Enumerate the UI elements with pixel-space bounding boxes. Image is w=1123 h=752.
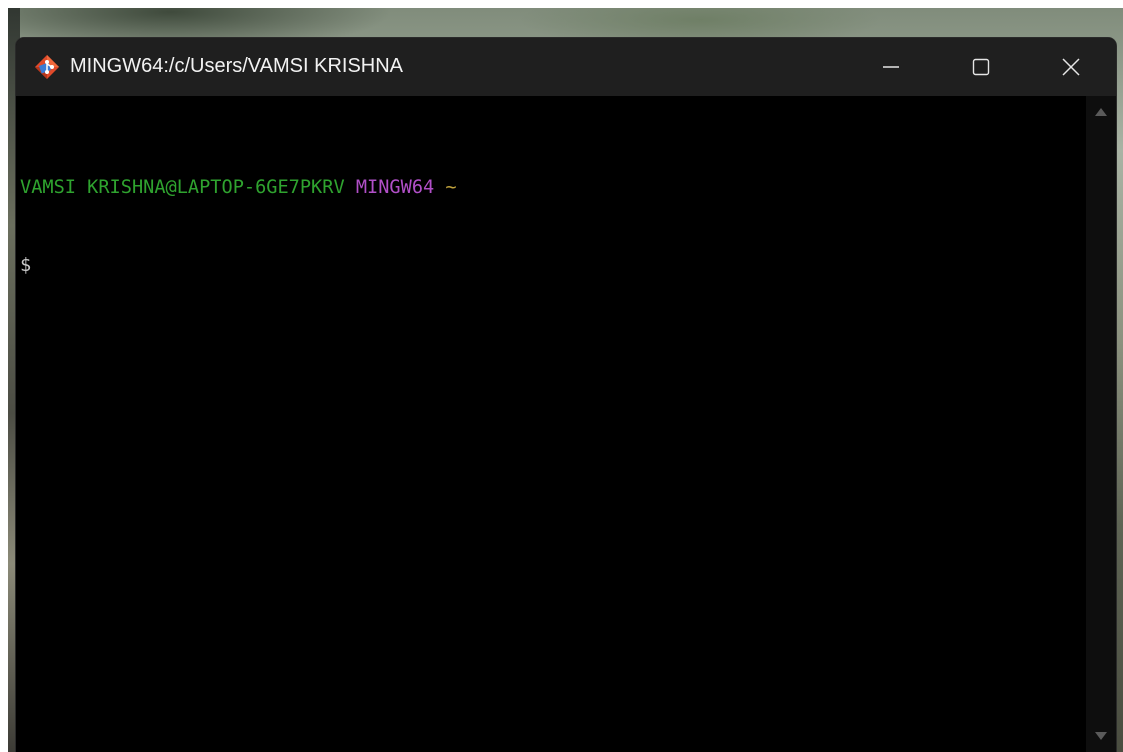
prompt-input-line[interactable]: $ [20,253,1086,279]
maximize-button[interactable] [936,38,1026,96]
prompt-header-line: VAMSI KRISHNA@LAPTOP-6GE7PKRV MINGW64 ~ [20,175,1086,201]
screenshot-border-left [0,0,8,752]
git-diamond-icon[interactable] [34,54,60,80]
prompt-symbol: $ [20,255,32,276]
window-title: MINGW64:/c/Users/VAMSI KRISHNA [70,55,404,77]
screenshot-border-top [0,0,1123,8]
terminal-output[interactable]: VAMSI KRISHNA@LAPTOP-6GE7PKRV MINGW64 ~ … [16,96,1086,752]
vertical-scrollbar[interactable] [1086,96,1116,752]
prompt-cwd: ~ [445,177,457,198]
prompt-shell: MINGW64 [355,177,435,198]
minimize-button[interactable] [846,38,936,96]
close-icon [1060,56,1082,78]
minimize-icon [881,57,901,77]
prompt-user-host: VAMSI KRISHNA@LAPTOP-6GE7PKRV [20,177,345,198]
scroll-down-arrow-icon[interactable] [1086,724,1116,748]
window-titlebar[interactable]: MINGW64:/c/Users/VAMSI KRISHNA [16,38,1116,96]
terminal-window: MINGW64:/c/Users/VAMSI KRISHNA VAMSI KRI… [16,38,1116,752]
maximize-icon [971,57,991,77]
scroll-up-arrow-icon[interactable] [1086,100,1116,124]
close-button[interactable] [1026,38,1116,96]
